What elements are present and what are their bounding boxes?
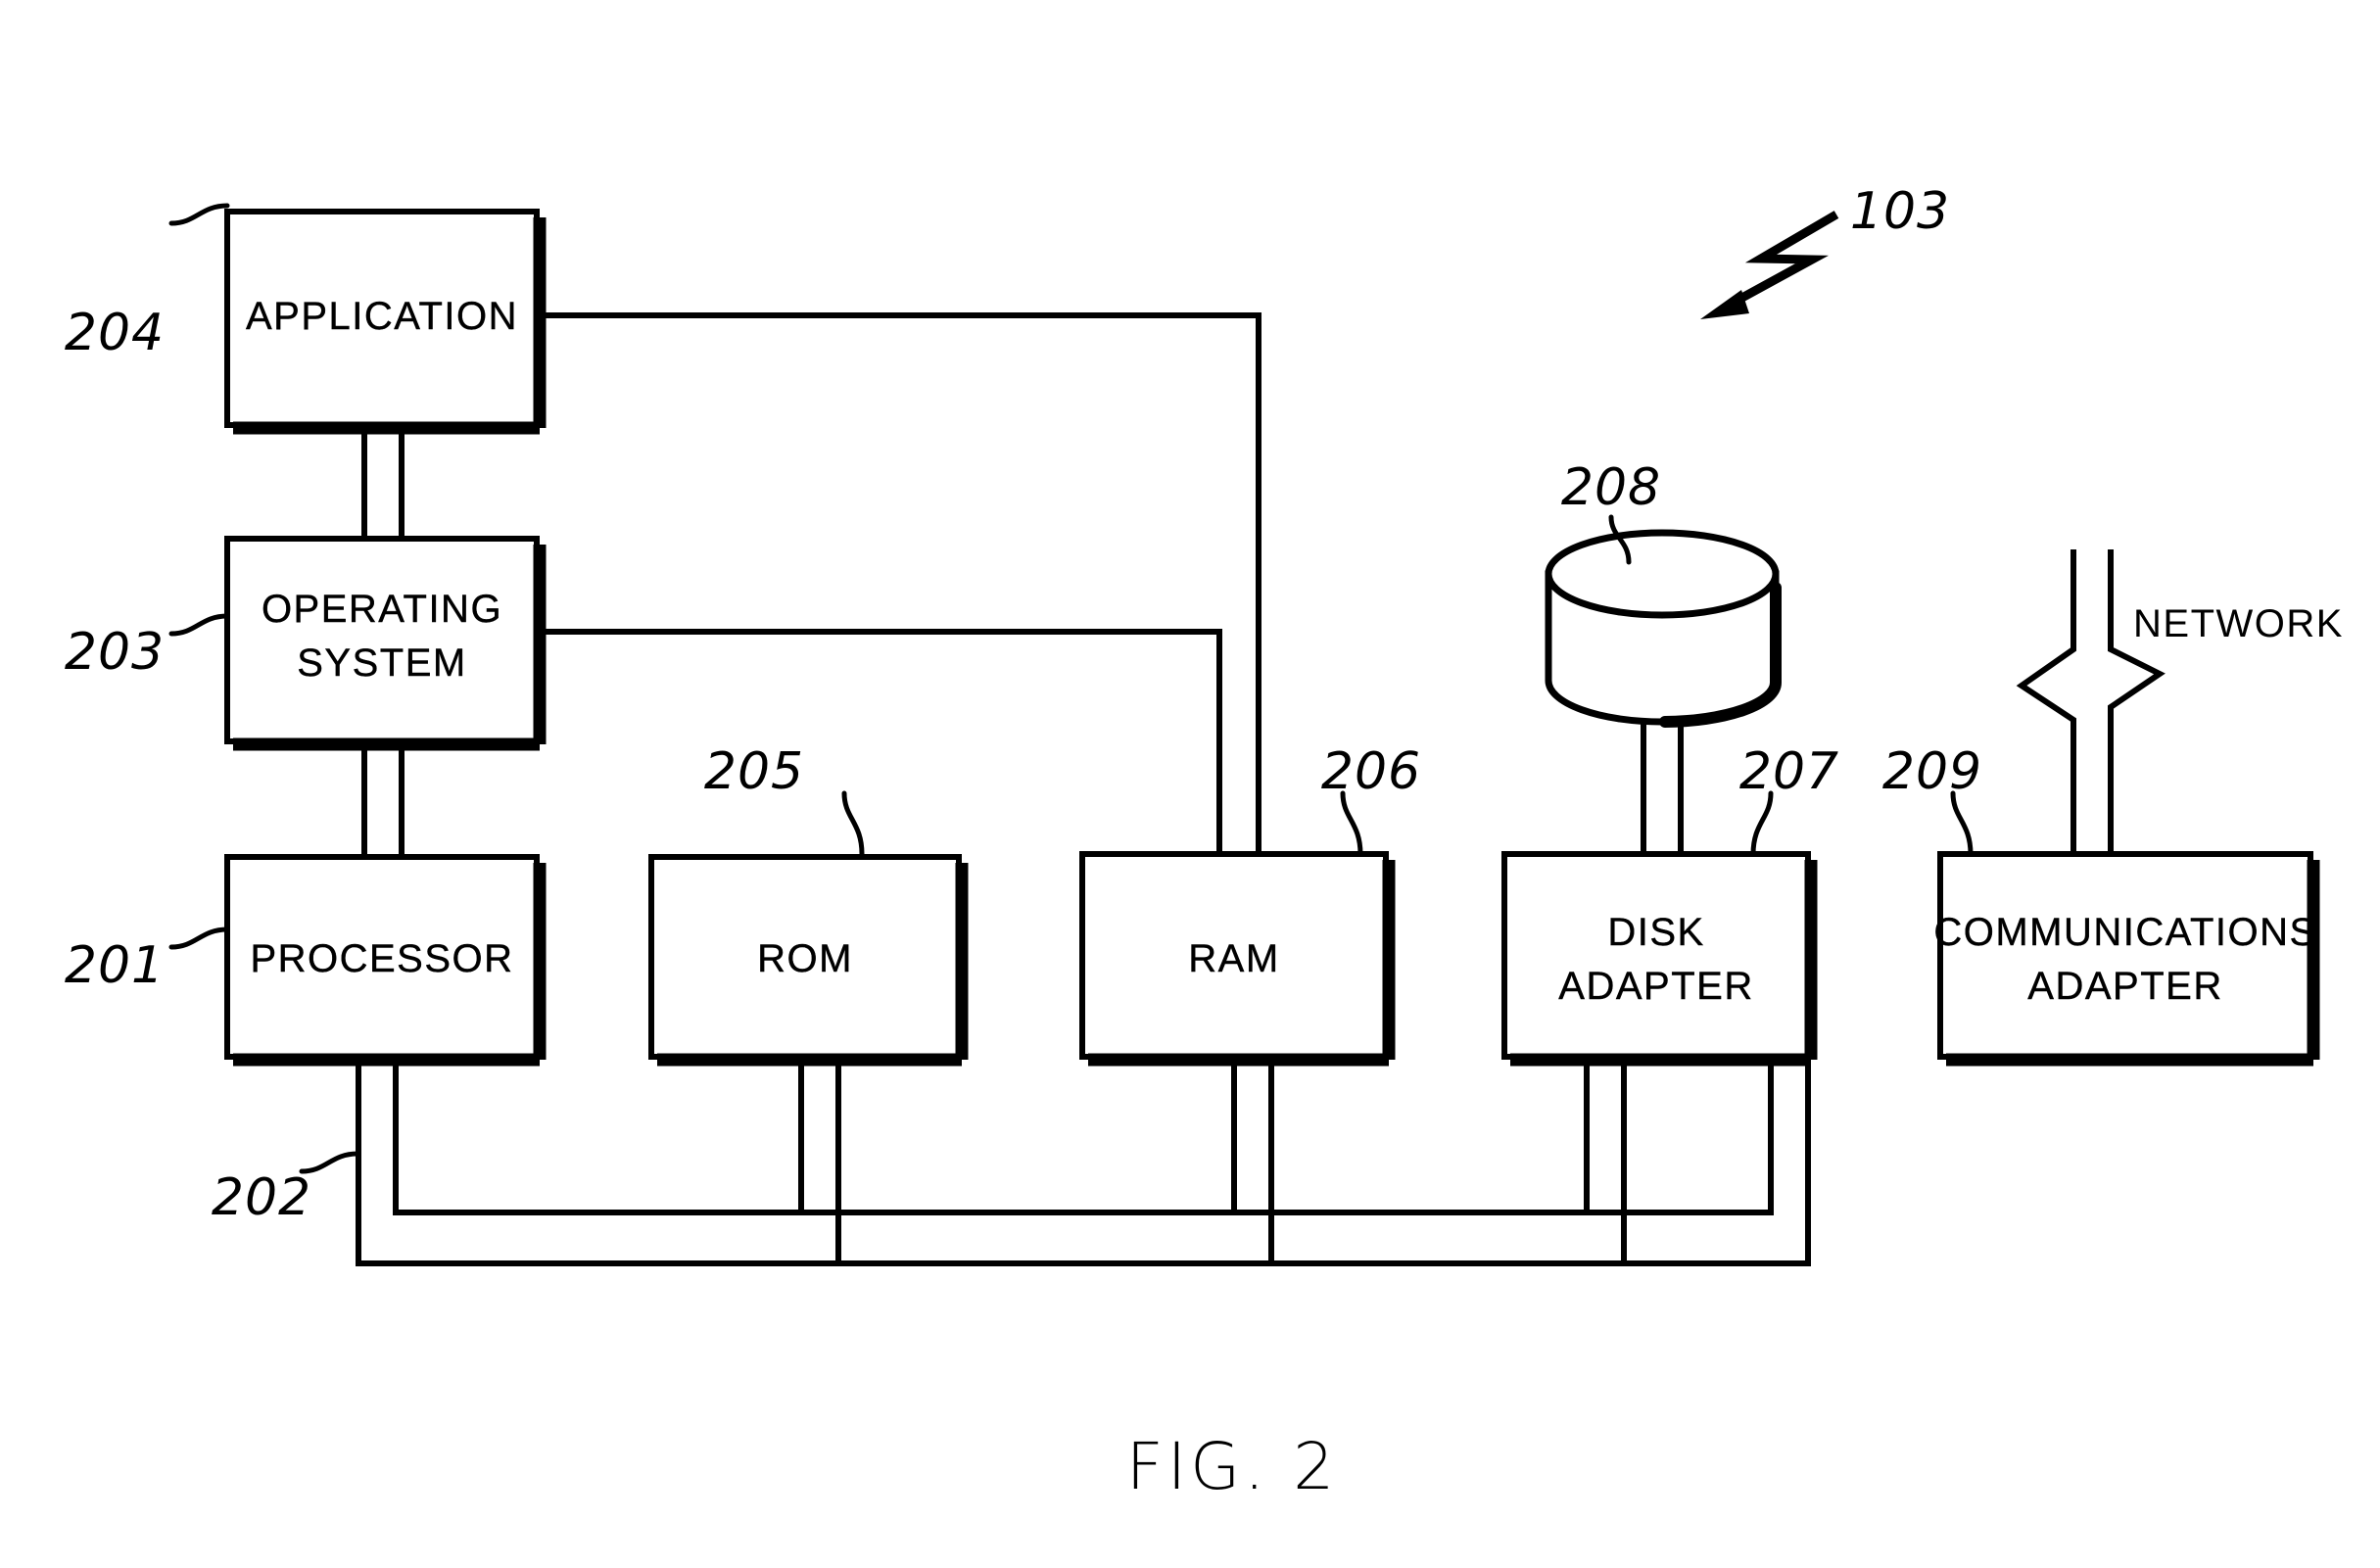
ref-numeral-206: 206 [1321, 742, 1421, 801]
application-to-os-connector [361, 425, 405, 539]
ref-numeral-203: 203 [65, 623, 165, 682]
block-label-disk-adapter-line1: DISK [1607, 911, 1704, 954]
block-label-rom: ROM [757, 937, 853, 980]
os-to-processor-connector [361, 741, 405, 857]
block-label-application: APPLICATION [246, 295, 518, 338]
block-label-ram: RAM [1188, 937, 1279, 980]
figure-page: APPLICATION OPERATING SYSTEM PROCESSOR R… [0, 0, 2380, 1568]
leader-204 [168, 203, 230, 226]
ref-numeral-103: 103 [1850, 182, 1950, 241]
block-application[interactable]: APPLICATION [224, 209, 547, 435]
block-disk-adapter[interactable]: DISK ADAPTER [1501, 851, 1818, 1067]
disk-cylinder[interactable] [1545, 529, 1782, 728]
ref-numeral-209: 209 [1882, 742, 1982, 801]
block-communications-adapter[interactable]: COMMUNICATIONS ADAPTER [1933, 851, 2320, 1067]
block-label-communications-adapter-line2: ADAPTER [2027, 965, 2222, 1008]
leader-206 [1340, 790, 1363, 857]
block-rom[interactable]: ROM [648, 854, 969, 1067]
leader-205 [841, 790, 865, 857]
ref-numeral-205: 205 [704, 742, 804, 801]
ref-numeral-207: 207 [1739, 742, 1839, 801]
ref-numeral-201: 201 [65, 936, 165, 995]
block-processor[interactable]: PROCESSOR [224, 854, 547, 1067]
application-to-ram-connector [537, 312, 1261, 854]
leader-201 [168, 927, 230, 950]
ref-numeral-208: 208 [1561, 458, 1661, 517]
network-label: NETWORK [2133, 602, 2344, 645]
overall-ref-arrow-103 [1700, 211, 1839, 319]
block-label-communications-adapter-line1: COMMUNICATIONS [1933, 911, 2316, 954]
ref-numeral-202: 202 [212, 1168, 311, 1227]
block-label-processor: PROCESSOR [250, 937, 513, 980]
operating-system-to-ram-connector [537, 629, 1222, 854]
leader-209 [1950, 790, 1974, 857]
network-connector [2016, 549, 2166, 854]
block-label-operating-system-line2: SYSTEM [297, 641, 466, 685]
block-label-operating-system-line1: OPERATING [262, 588, 502, 631]
patent-figure-2: APPLICATION OPERATING SYSTEM PROCESSOR R… [65, 182, 2344, 1504]
leader-203 [168, 613, 230, 637]
disk-to-disk-adapter-connector [1641, 710, 1684, 854]
block-operating-system[interactable]: OPERATING SYSTEM [224, 536, 547, 751]
leader-207 [1750, 790, 1774, 857]
system-bus [356, 1057, 1811, 1266]
block-ram[interactable]: RAM [1079, 851, 1396, 1067]
ref-numeral-204: 204 [65, 304, 165, 362]
figure-caption: FIG. 2 [1126, 1429, 1339, 1504]
block-label-disk-adapter-line2: ADAPTER [1558, 965, 1753, 1008]
